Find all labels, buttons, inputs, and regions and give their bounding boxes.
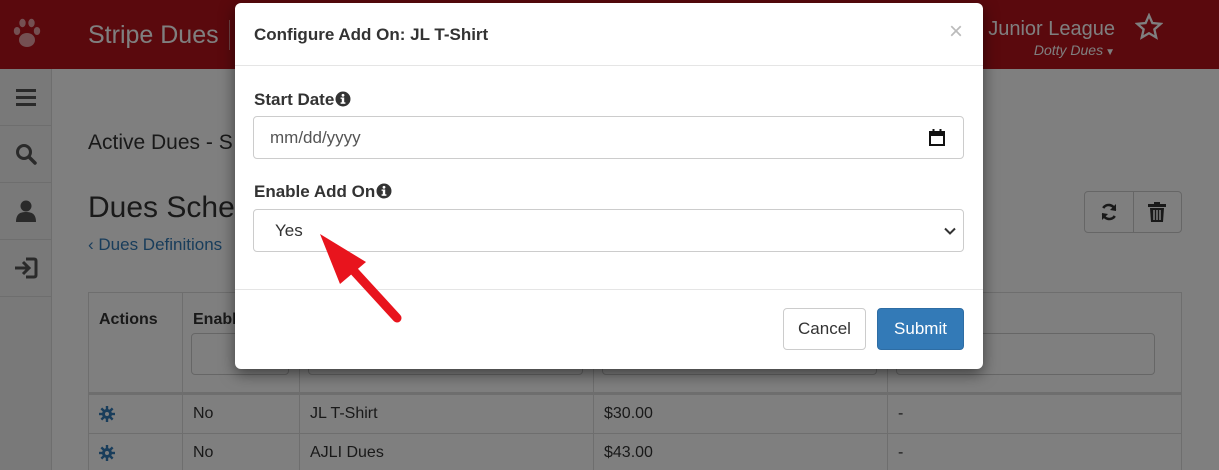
start-date-label: Start Date <box>254 90 351 110</box>
start-date-placeholder: mm/dd/yyyy <box>270 128 361 147</box>
enable-add-on-label: Enable Add On <box>254 182 392 202</box>
info-icon[interactable] <box>376 183 392 199</box>
enable-add-on-value: Yes <box>275 221 303 240</box>
submit-button[interactable]: Submit <box>877 308 964 350</box>
close-button[interactable]: × <box>949 20 963 44</box>
start-date-label-text: Start Date <box>254 90 335 109</box>
chevron-down-icon <box>944 227 956 235</box>
calendar-icon[interactable] <box>929 129 945 146</box>
enable-add-on-label-text: Enable Add On <box>254 182 376 201</box>
modal-title: Configure Add On: JL T-Shirt <box>254 25 489 44</box>
modal-header: Configure Add On: JL T-Shirt × <box>235 3 983 66</box>
start-date-input[interactable]: mm/dd/yyyy <box>253 116 964 159</box>
info-icon[interactable] <box>335 91 351 107</box>
annotation-arrow-icon <box>320 234 402 323</box>
cancel-button[interactable]: Cancel <box>783 308 866 350</box>
